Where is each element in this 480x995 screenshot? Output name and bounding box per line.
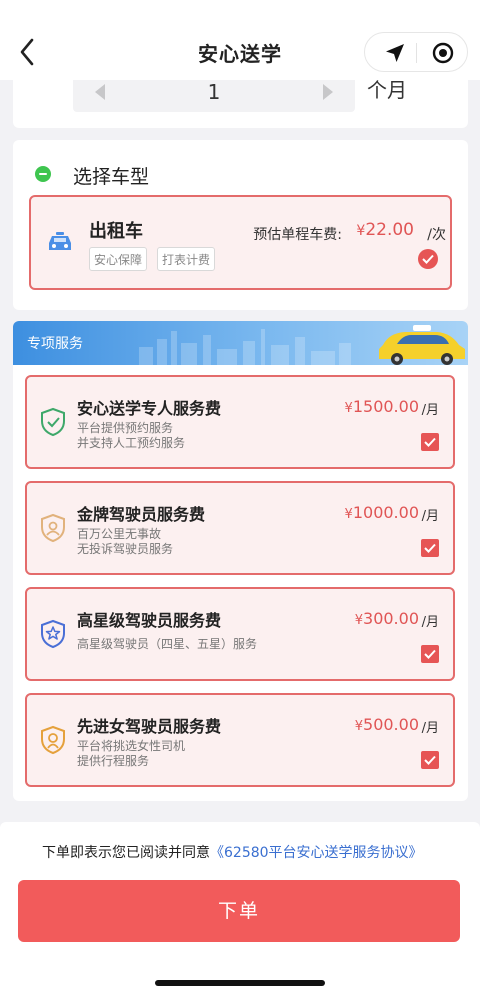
place-order-button[interactable]: 下单 — [18, 880, 460, 942]
service-desc-line: 平台提供预约服务 — [77, 421, 174, 435]
services-title: 专项服务 — [27, 336, 83, 352]
services-banner: 专项服务 — [13, 321, 468, 365]
taxi-option[interactable]: 出租车 安心保障 打表计费 预估单程车费: ¥22.00 /次 — [29, 195, 452, 290]
fare-per: /次 — [427, 227, 446, 243]
service-checkbox[interactable] — [421, 539, 439, 557]
service-item-female-driver[interactable]: 先进女驾驶员服务费 平台将挑选女性司机 提供行程服务 ¥500.00 /月 — [25, 693, 455, 787]
service-desc: 平台提供预约服务 并支持人工预约服务 — [77, 421, 185, 451]
shield-female-icon — [41, 725, 65, 755]
service-price: ¥300.00 — [355, 609, 419, 628]
service-desc: 高星级驾驶员（四星、五星）服务 — [77, 637, 257, 652]
selected-check-icon[interactable] — [418, 249, 438, 269]
service-desc-line: 平台将挑选女性司机 — [77, 739, 186, 753]
taxi-car-icon — [49, 232, 71, 250]
fare-price: ¥22.00 — [356, 220, 414, 240]
service-desc-line: 无投诉驾驶员服务 — [77, 542, 174, 556]
shield-star-icon — [41, 619, 65, 649]
service-item-dedicated[interactable]: 安心送学专人服务费 平台提供预约服务 并支持人工预约服务 ¥1500.00 /月 — [25, 375, 455, 469]
service-amount: 1000.00 — [352, 503, 419, 522]
car-type-title: 选择车型 — [73, 166, 150, 188]
service-item-gold-driver[interactable]: 金牌驾驶员服务费 百万公里无事故 无投诉驾驶员服务 ¥1000.00 /月 — [25, 481, 455, 575]
service-per: /月 — [421, 509, 439, 524]
nav-bar: 安心送学 — [0, 0, 480, 80]
section-dot-icon — [35, 166, 51, 182]
taxi-illustration-icon — [379, 325, 465, 365]
fare-currency: ¥ — [356, 223, 366, 239]
duration-value[interactable]: 1 — [73, 80, 355, 104]
service-checkbox[interactable] — [421, 751, 439, 769]
mini-program-capsule — [364, 32, 468, 72]
fare-label: 预估单程车费: — [253, 227, 342, 243]
service-per: /月 — [421, 403, 439, 418]
agreement-notice: 下单即表示您已阅读并同意《62580平台安心送学服务协议》 — [42, 842, 423, 862]
city-skyline-icon — [139, 329, 351, 365]
service-currency: ¥ — [344, 401, 353, 416]
service-currency: ¥ — [344, 507, 353, 522]
service-name: 高星级驾驶员服务费 — [77, 611, 222, 630]
increase-arrow-icon[interactable] — [323, 84, 333, 100]
service-desc: 百万公里无事故 无投诉驾驶员服务 — [77, 527, 173, 557]
service-currency: ¥ — [354, 719, 364, 734]
location-arrow-icon[interactable] — [383, 41, 407, 65]
service-price: ¥1500.00 — [345, 397, 419, 416]
service-name: 金牌驾驶员服务费 — [77, 505, 206, 524]
service-desc-line: 高星级驾驶员（四星、五星）服务 — [77, 637, 258, 651]
service-checkbox[interactable] — [421, 645, 439, 663]
service-desc-line: 提供行程服务 — [77, 754, 150, 768]
service-price: ¥500.00 — [355, 715, 419, 734]
services-card: 专项服务 安心送学专人服务费 平台提供预约服务 并支持人工预约服务 ¥1500.… — [13, 321, 468, 801]
service-item-high-star[interactable]: 高星级驾驶员服务费 高星级驾驶员（四星、五星）服务 ¥300.00 /月 — [25, 587, 455, 681]
taxi-name: 出租车 — [89, 221, 143, 242]
service-per: /月 — [421, 721, 439, 736]
service-name: 安心送学专人服务费 — [77, 399, 222, 418]
service-desc: 平台将挑选女性司机 提供行程服务 — [77, 739, 185, 769]
agreement-text: 下单即表示您已阅读并同意 — [42, 845, 210, 861]
car-type-card: 选择车型 出租车 安心保障 打表计费 预估单程车费: ¥22.00 /次 — [13, 140, 468, 310]
target-close-icon[interactable] — [431, 41, 455, 65]
agreement-link[interactable]: 《62580平台安心送学服务协议》 — [210, 845, 423, 861]
service-desc-line: 并支持人工预约服务 — [77, 436, 186, 450]
service-currency: ¥ — [354, 613, 364, 628]
fare-amount: 22.00 — [365, 220, 414, 240]
shield-check-icon — [41, 407, 65, 437]
home-indicator — [155, 980, 325, 986]
service-price: ¥1000.00 — [345, 503, 419, 522]
tag-meter: 打表计费 — [157, 247, 216, 271]
capsule-divider — [416, 43, 417, 63]
service-desc-line: 百万公里无事故 — [77, 527, 162, 541]
service-amount: 1500.00 — [352, 397, 419, 416]
service-amount: 300.00 — [363, 609, 419, 628]
service-per: /月 — [421, 615, 439, 630]
service-amount: 500.00 — [363, 715, 419, 734]
order-footer: 下单即表示您已阅读并同意《62580平台安心送学服务协议》 下单 — [0, 822, 480, 995]
shield-driver-icon — [41, 513, 65, 543]
service-checkbox[interactable] — [421, 433, 439, 451]
tag-safety: 安心保障 — [89, 247, 148, 271]
service-name: 先进女驾驶员服务费 — [77, 717, 222, 736]
